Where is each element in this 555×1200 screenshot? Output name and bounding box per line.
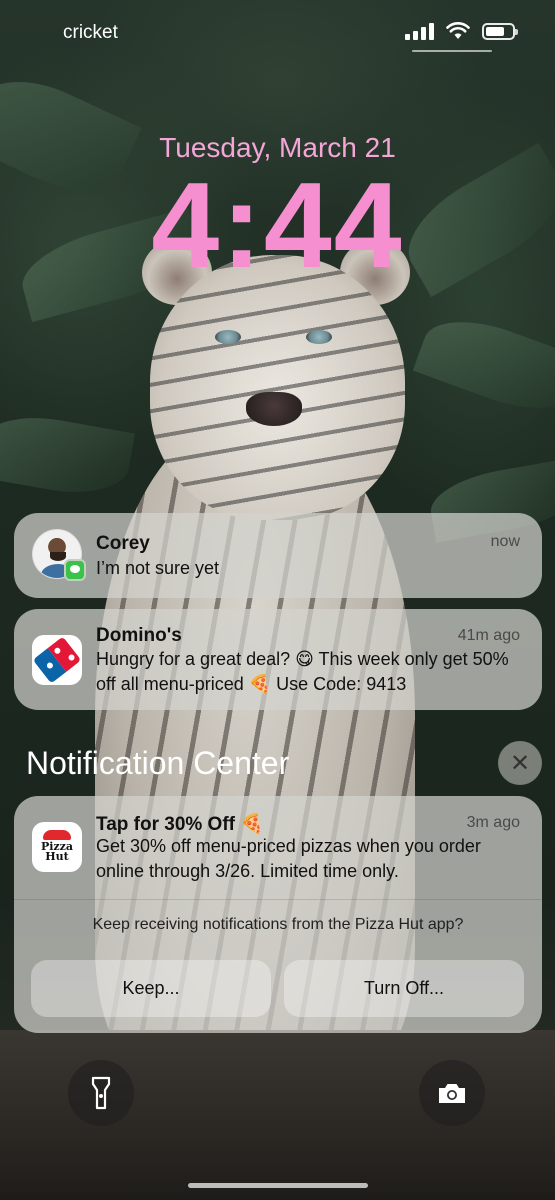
notification-body: Get 30% off menu-priced pizzas when you …: [96, 836, 481, 881]
keep-button[interactable]: Keep...: [31, 960, 271, 1017]
close-icon: ✕: [509, 749, 531, 777]
dominos-logo-icon: [32, 635, 82, 685]
notification-card-messages[interactable]: Corey now I’m not sure yet: [14, 513, 542, 598]
battery-icon: [482, 22, 518, 40]
notification-card-dominos[interactable]: Domino's 41m ago Hungry for a great deal…: [14, 609, 542, 710]
notification-title: Tap for 30% Off 🍕: [96, 814, 264, 835]
wifi-icon: [446, 22, 470, 39]
notification-body: I’m not sure yet: [96, 558, 220, 578]
notification-card-pizza-hut[interactable]: Pizza Hut Tap for 30% Off 🍕 3m ago Get 3…: [14, 796, 542, 1033]
close-notifications-button[interactable]: ✕: [498, 741, 542, 785]
notification-title: Corey: [96, 533, 150, 554]
messages-badge-icon: [64, 559, 86, 581]
camera-icon: [439, 1084, 465, 1103]
status-icons: [405, 22, 518, 40]
home-indicator[interactable]: [188, 1183, 368, 1188]
status-bar: cricket: [0, 0, 555, 70]
notification-center-title: Notification Center: [26, 745, 290, 781]
turn-off-button[interactable]: Turn Off...: [284, 960, 524, 1017]
camera-button[interactable]: [419, 1060, 485, 1126]
flashlight-icon: [91, 1076, 111, 1110]
pizza-hut-logo-icon: Pizza Hut: [32, 822, 82, 872]
notification-title: Domino's: [96, 625, 182, 646]
notification-timestamp: 3m ago: [466, 814, 520, 831]
status-indicator-line: [412, 50, 492, 52]
notification-timestamp: now: [490, 533, 520, 550]
cellular-signal-icon: [405, 22, 434, 40]
notification-settings-prompt: Keep receiving notifications from the Pi…: [92, 916, 464, 933]
carrier-name: cricket: [63, 22, 118, 43]
notification-timestamp: 41m ago: [457, 627, 520, 644]
pizza-hut-logo-text: Pizza Hut: [40, 840, 74, 863]
flashlight-button[interactable]: [68, 1060, 134, 1126]
lock-screen-time: 4:44: [151, 157, 404, 293]
divider: [14, 899, 542, 900]
notification-body: Hungry for a great deal? 😋 This week onl…: [96, 649, 509, 694]
